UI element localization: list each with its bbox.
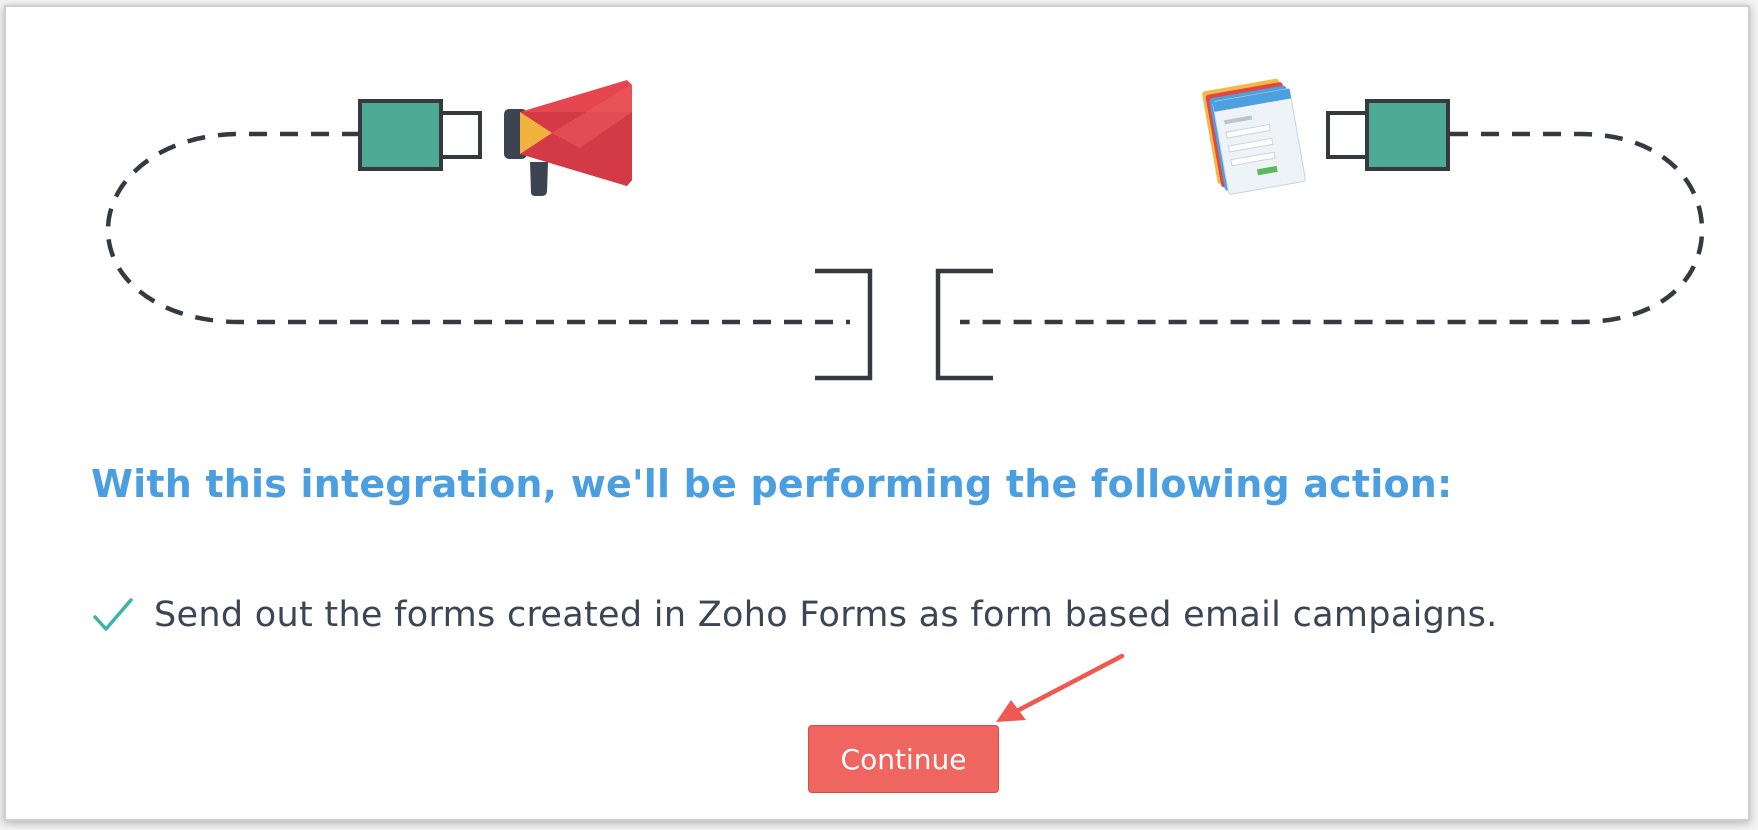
megaphone-icon bbox=[504, 80, 632, 196]
integration-heading: With this integration, we'll be performi… bbox=[91, 462, 1453, 506]
action-text: Send out the forms created in Zoho Forms… bbox=[154, 595, 1498, 635]
plug-icon-left bbox=[358, 99, 482, 171]
plug-icon-right bbox=[1326, 99, 1450, 171]
action-list-item: Send out the forms created in Zoho Forms… bbox=[92, 595, 1498, 635]
connection-path-left bbox=[105, 131, 850, 325]
continue-button[interactable]: Continue bbox=[808, 725, 999, 793]
connection-path-right bbox=[960, 131, 1705, 325]
integration-illustration bbox=[105, 78, 1705, 381]
socket-icon bbox=[815, 268, 993, 381]
checkmark-icon bbox=[93, 598, 133, 631]
annotation-arrow-icon bbox=[996, 653, 1125, 722]
forms-icon bbox=[1202, 78, 1306, 195]
